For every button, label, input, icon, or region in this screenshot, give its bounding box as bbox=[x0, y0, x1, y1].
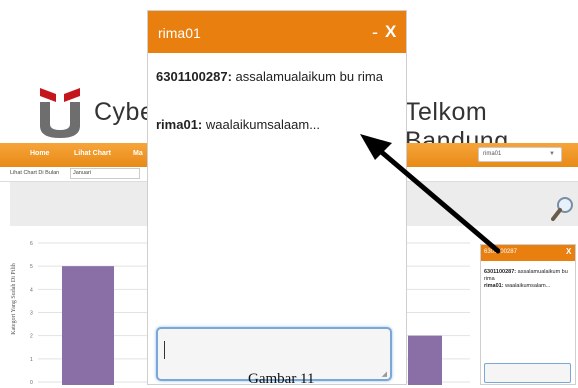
nav-home[interactable]: Home bbox=[30, 150, 49, 157]
zoom-icon[interactable] bbox=[551, 196, 575, 222]
message-sender: 6301100287: bbox=[484, 269, 517, 275]
y-tick-label: 5 bbox=[30, 264, 33, 270]
message-sender: 6301100287: bbox=[156, 69, 232, 84]
chat-message: 6301100287: assalamualaikum bu rima bbox=[156, 69, 396, 85]
mini-chat-window: 6301100287 X 6301100287: assalamualaikum… bbox=[480, 244, 576, 385]
chat-header: rima01 - X bbox=[148, 11, 406, 53]
mini-chat-title: 6301100287 bbox=[484, 249, 517, 255]
y-tick-label: 4 bbox=[30, 287, 33, 293]
chart-bar[interactable] bbox=[408, 335, 442, 385]
y-axis-title: Kategori Yang Sudah Di Pilih bbox=[10, 263, 17, 335]
resize-handle-icon[interactable]: ◢ bbox=[382, 370, 387, 378]
message-text: waalaikumsalaam... bbox=[205, 117, 321, 132]
y-tick-label: 2 bbox=[30, 334, 33, 340]
chart-bar[interactable] bbox=[62, 266, 114, 385]
message-sender: rima01: bbox=[156, 117, 203, 132]
message-text: assalamualaikum bu rima bbox=[235, 69, 383, 84]
figure-caption: Gambar 11 bbox=[248, 371, 315, 387]
chat-title: rima01 bbox=[158, 25, 201, 41]
mini-close-button[interactable]: X bbox=[566, 247, 571, 256]
y-tick-label: 3 bbox=[30, 311, 33, 317]
chevron-down-icon: ▼ bbox=[549, 151, 555, 157]
university-logo bbox=[40, 88, 80, 138]
month-select[interactable]: Januari bbox=[70, 168, 140, 179]
nav-lihat-chart[interactable]: Lihat Chart bbox=[74, 150, 111, 157]
minimize-button[interactable]: - bbox=[372, 22, 378, 43]
nav-item-3[interactable]: Ma bbox=[133, 150, 143, 157]
chat-message: rima01: waalaikumsalaam... bbox=[156, 117, 396, 133]
y-tick-label: 6 bbox=[30, 241, 33, 247]
text-cursor bbox=[164, 341, 165, 359]
message-sender: rima01: bbox=[484, 283, 504, 289]
site-title-left: Cybe bbox=[94, 98, 155, 126]
chat-window: rima01 - X 6301100287: assalamualaikum b… bbox=[147, 10, 407, 385]
mini-chat-header: 6301100287 X bbox=[481, 245, 575, 261]
user-select-value: rima01 bbox=[483, 151, 502, 157]
mini-chat-input[interactable] bbox=[484, 363, 571, 383]
mini-chat-message: 6301100287: assalamualaikum bu rima bbox=[484, 269, 572, 283]
user-select[interactable]: rima01 ▼ bbox=[478, 147, 562, 162]
message-text: waalaikumsalam... bbox=[505, 283, 551, 289]
y-tick-label: 0 bbox=[30, 380, 33, 385]
filter-label: Lihat Chart Di Bulan bbox=[10, 170, 60, 176]
mini-chat-message: rima01: waalaikumsalam... bbox=[484, 283, 572, 290]
close-button[interactable]: X bbox=[385, 22, 396, 42]
y-tick-label: 1 bbox=[30, 357, 33, 363]
